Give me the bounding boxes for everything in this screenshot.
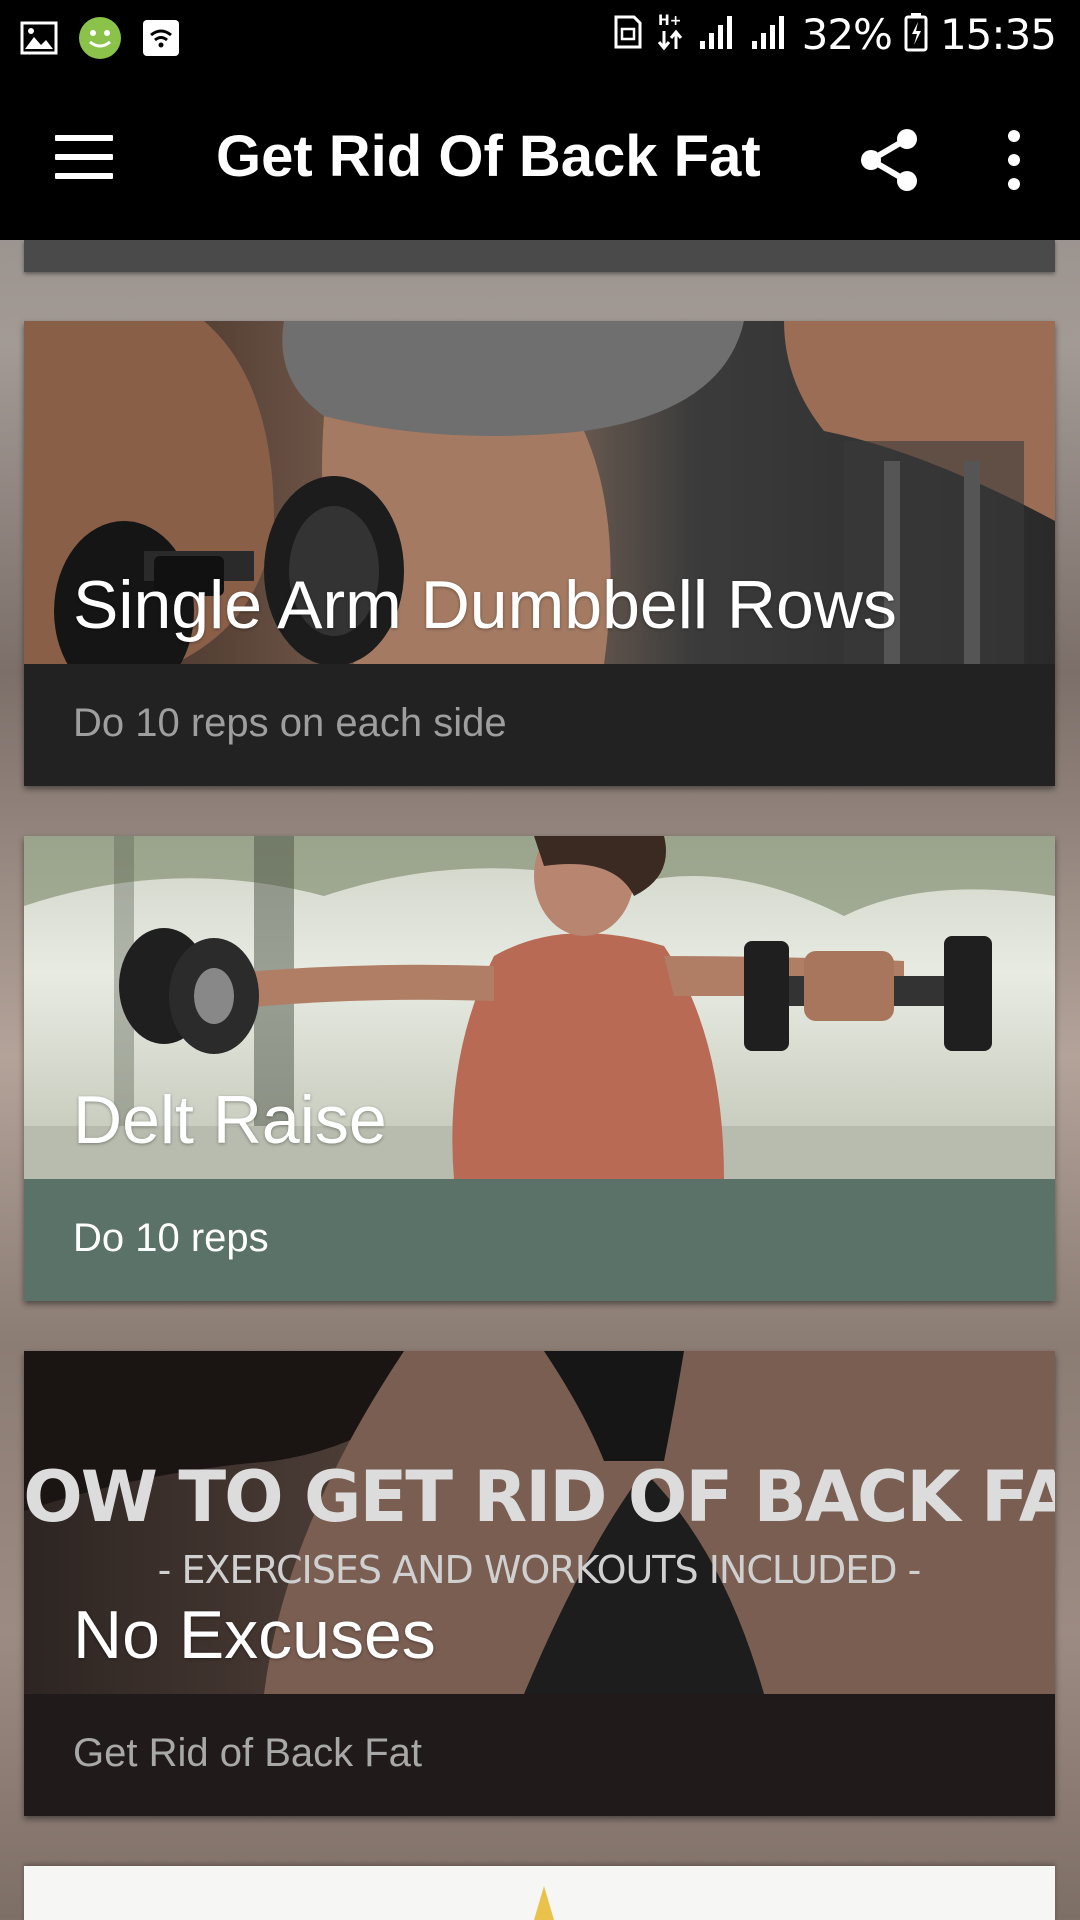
signal-icon (750, 13, 790, 56)
card-footer: Do 10 reps on each side (24, 664, 1055, 786)
share-icon[interactable] (855, 125, 925, 195)
exercise-card[interactable]: Single Arm Dumbbell Rows Do 10 reps on e… (24, 321, 1055, 786)
clock: 15:35 (939, 10, 1057, 59)
signal-icon (698, 13, 738, 56)
image-icon (20, 21, 58, 60)
data-arrows-icon: H+ (656, 11, 686, 58)
more-vert-icon[interactable] (1000, 130, 1028, 190)
card-subtitle: Do 10 reps on each side (73, 701, 507, 745)
wifi-call-icon (142, 19, 180, 62)
app-bar: Get Rid Of Back Fat (0, 75, 1080, 240)
page-title: Get Rid Of Back Fat (216, 124, 761, 189)
card-footer: Do 10 reps (24, 1179, 1055, 1301)
card-title: Single Arm Dumbbell Rows (73, 567, 897, 643)
image-headline: HOW TO GET RID OF BACK FAT (24, 1456, 1055, 1538)
android-smile-icon (78, 16, 122, 65)
card-title: No Excuses (73, 1597, 436, 1673)
previous-card-remnant[interactable] (24, 240, 1055, 272)
exercise-card[interactable]: HOW TO GET RID OF BACK FAT - EXERCISES A… (24, 1351, 1055, 1816)
next-card-remnant[interactable] (24, 1866, 1055, 1920)
image-tagline: - EXERCISES AND WORKOUTS INCLUDED - (158, 1548, 921, 1592)
card-footer: Get Rid of Back Fat (24, 1694, 1055, 1816)
card-subtitle: Get Rid of Back Fat (73, 1731, 423, 1775)
svg-text:H+: H+ (658, 13, 681, 29)
exercise-card[interactable]: Delt Raise Do 10 reps (24, 836, 1055, 1301)
status-left-icons (20, 16, 180, 65)
status-right-icons: H+ 32% 15:35 (612, 10, 1057, 59)
card-subtitle: Do 10 reps (73, 1216, 269, 1260)
battery-percent: 32% (801, 10, 893, 59)
card-title: Delt Raise (73, 1082, 387, 1158)
hamburger-menu-icon[interactable] (55, 135, 113, 180)
status-bar: H+ 32% 15:35 (0, 0, 1080, 75)
nfc-icon (612, 13, 644, 56)
star-icon (534, 1886, 554, 1920)
battery-charging-icon (904, 12, 928, 57)
